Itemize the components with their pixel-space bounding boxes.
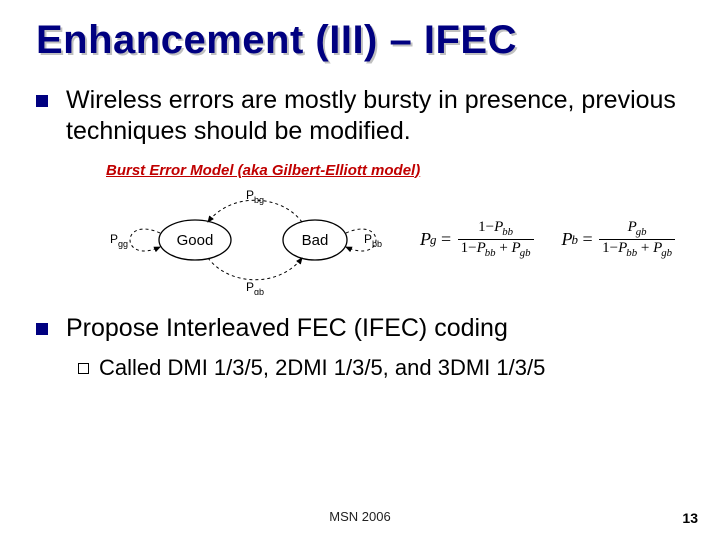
bullet-text: Wireless errors are mostly bursty in pre… <box>66 85 684 148</box>
state-good-label: Good <box>177 232 214 249</box>
state-diagram: Good Bad Pgg Pbb Pbg Pgb <box>80 185 390 295</box>
p-gb-label: Pgb <box>246 280 264 295</box>
footer-center: MSN 2006 <box>0 509 720 524</box>
bullet-item-2: Propose Interleaved FEC (IFEC) coding <box>36 313 684 344</box>
formula-pb: Pb = Pgb 1−Pbb + Pgb <box>562 219 678 260</box>
p-gg-label: Pgg <box>110 232 128 249</box>
state-bad-label: Bad <box>302 232 329 249</box>
page-number: 13 <box>682 510 698 526</box>
sub-bullet-item: Called DMI 1/3/5, 2DMI 1/3/5, and 3DMI 1… <box>78 354 684 383</box>
sub-bullet-rest: DMI 1/3/5, 2DMI 1/3/5, and 3DMI 1/3/5 <box>161 355 545 380</box>
p-bb-label: Pbb <box>364 232 382 249</box>
formula-pg: Pg = 1−Pbb 1−Pbb + Pgb <box>420 219 536 260</box>
p-bg-label: Pbg <box>246 188 264 205</box>
sub-bullet-prefix: Called <box>99 355 161 380</box>
sub-bullet-text: Called DMI 1/3/5, 2DMI 1/3/5, and 3DMI 1… <box>99 354 545 383</box>
sub-bullet-square-icon <box>78 363 89 374</box>
formulas: Pg = 1−Pbb 1−Pbb + Pgb Pb = Pgb 1−Pbb + … <box>420 219 677 260</box>
diagram-row: Good Bad Pgg Pbb Pbg Pgb Pg = 1−Pbb 1−Pb… <box>80 185 684 295</box>
bullet-square-icon <box>36 323 48 335</box>
bullet-text: Propose Interleaved FEC (IFEC) coding <box>66 313 508 344</box>
pb-sub: b <box>572 232 578 248</box>
slide: Enhancement (III) – IFEC Wireless errors… <box>0 0 720 540</box>
pg-sub: g <box>430 232 436 248</box>
slide-title: Enhancement (III) – IFEC <box>36 18 684 63</box>
bullet-square-icon <box>36 95 48 107</box>
model-label: Burst Error Model (aka Gilbert-Elliott m… <box>106 162 684 179</box>
bullet-item-1: Wireless errors are mostly bursty in pre… <box>36 85 684 148</box>
